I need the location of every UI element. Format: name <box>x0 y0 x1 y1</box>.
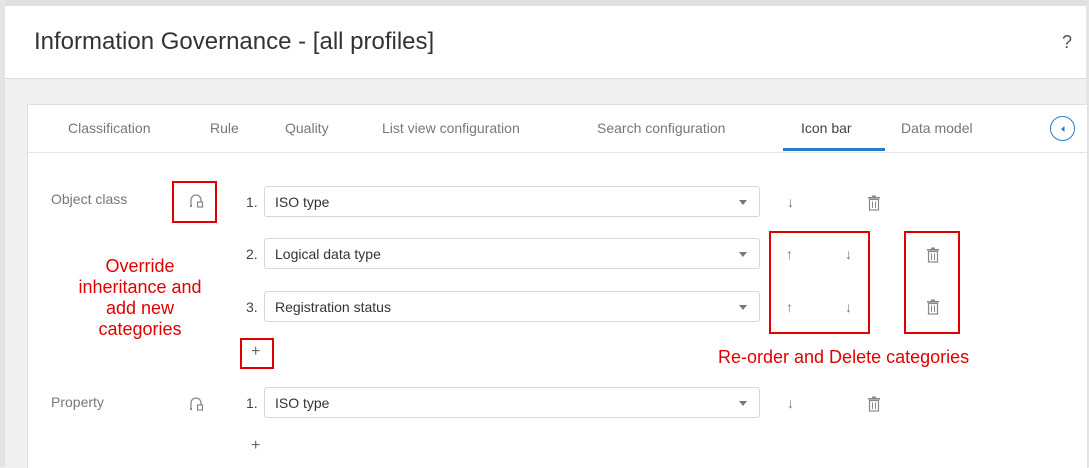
object-class-label: Object class <box>51 191 128 207</box>
tab-bar: Classification Rule Quality List view co… <box>28 105 1087 153</box>
help-button[interactable]: ? <box>1062 32 1072 53</box>
category-select[interactable]: ISO type <box>264 186 760 217</box>
category-select-value: Logical data type <box>275 246 381 262</box>
annotation-reorder-text: Re-order and Delete categories <box>718 347 970 367</box>
collapse-panel-button[interactable] <box>1050 116 1075 141</box>
property-label: Property <box>51 394 104 410</box>
tab-icon-bar[interactable]: Icon bar <box>801 120 852 136</box>
category-select-value: ISO type <box>275 194 330 210</box>
chevron-down-icon <box>739 305 747 310</box>
trash-icon[interactable] <box>867 195 881 211</box>
annotation-box-add <box>240 338 274 369</box>
tab-search-configuration[interactable]: Search configuration <box>597 120 725 136</box>
move-down-button[interactable]: ↓ <box>787 194 794 210</box>
chevron-down-icon <box>739 200 747 205</box>
annotation-box-reorder <box>769 231 870 334</box>
move-down-button[interactable]: ↓ <box>787 395 794 411</box>
override-inheritance-icon[interactable] <box>188 396 204 412</box>
tab-list-view-configuration[interactable]: List view configuration <box>382 120 520 136</box>
category-select[interactable]: Logical data type <box>264 238 760 269</box>
category-select-value: ISO type <box>275 395 330 411</box>
tab-data-model[interactable]: Data model <box>901 120 973 136</box>
tab-rule[interactable]: Rule <box>210 120 239 136</box>
row-number: 1. <box>246 194 258 210</box>
row-number: 2. <box>246 246 258 262</box>
row-number: 3. <box>246 299 258 315</box>
tab-classification[interactable]: Classification <box>68 120 150 136</box>
active-tab-indicator <box>783 148 885 151</box>
annotation-box-delete <box>904 231 960 334</box>
caret-left-icon <box>1060 125 1064 132</box>
category-select[interactable]: ISO type <box>264 387 760 418</box>
row-number: 1. <box>246 395 258 411</box>
category-select-value: Registration status <box>275 299 391 315</box>
category-select[interactable]: Registration status <box>264 291 760 322</box>
page-header: Information Governance - [all profiles] … <box>5 6 1086 79</box>
chevron-down-icon <box>739 252 747 257</box>
add-category-button[interactable]: + <box>251 437 260 455</box>
annotation-box-inheritance <box>172 181 217 223</box>
tab-quality[interactable]: Quality <box>285 120 329 136</box>
trash-icon[interactable] <box>867 396 881 412</box>
annotation-override-text: Override inheritance and add new categor… <box>78 256 202 339</box>
page-title: Information Governance - [all profiles] <box>34 28 435 55</box>
chevron-down-icon <box>739 401 747 406</box>
